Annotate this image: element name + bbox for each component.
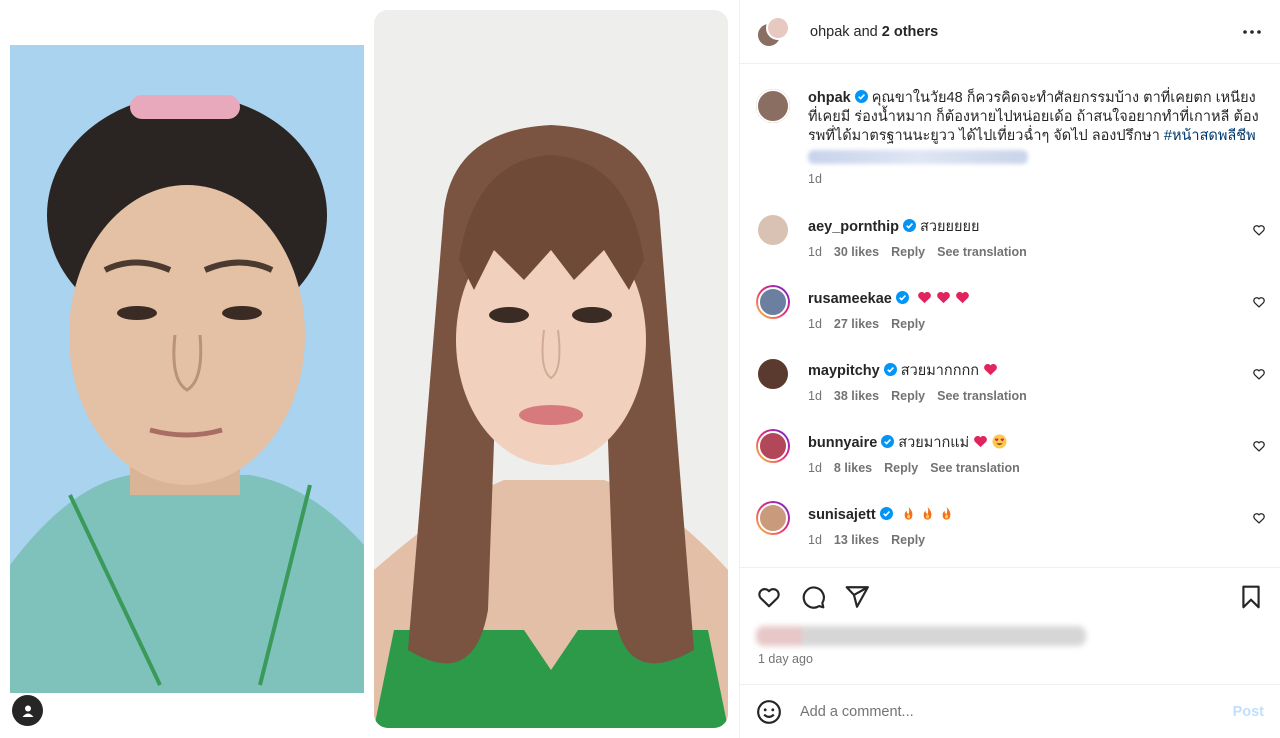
comment-likes[interactable]: 30 likes [834, 245, 879, 259]
author-username[interactable]: ohpak [810, 24, 850, 40]
send-icon[interactable] [844, 584, 870, 610]
blurred-text [808, 150, 1028, 164]
comment-like-icon[interactable] [1252, 367, 1266, 381]
comment-text: สวยยยยย [920, 219, 980, 235]
see-translation-button[interactable]: See translation [930, 461, 1020, 475]
comment-time: 1d [808, 245, 822, 259]
avatar[interactable] [756, 285, 790, 319]
reply-button[interactable]: Reply [891, 389, 925, 403]
avatar[interactable] [756, 501, 790, 535]
avatar[interactable] [756, 357, 790, 391]
fire-emoji-icon [923, 506, 932, 520]
heart-emoji-icon [974, 435, 988, 448]
comment-like-icon[interactable] [1252, 511, 1266, 525]
post-header: ohpak and 2 others [740, 0, 1280, 64]
heart-icon[interactable] [756, 584, 782, 610]
heart-emoji-icon [917, 291, 931, 304]
more-options-icon[interactable] [1240, 20, 1264, 44]
comment-time: 1d [808, 317, 822, 331]
post-actions [740, 567, 1280, 625]
reply-button[interactable]: Reply [884, 461, 918, 475]
verified-icon [879, 507, 893, 520]
heart-eyes-emoji-icon [992, 434, 1007, 449]
fire-emoji-icon [942, 506, 951, 520]
comment-like-icon[interactable] [1252, 439, 1266, 453]
avatar[interactable] [756, 429, 790, 463]
comment-time: 1d [808, 389, 822, 403]
post-time: 1 day ago [758, 652, 813, 666]
comment-username[interactable]: aey_pornthip [808, 219, 899, 235]
after-photo [374, 10, 728, 728]
see-translation-button[interactable]: See translation [937, 245, 1027, 259]
comment-row: sunisajett 1d 13 likes Reply [740, 501, 1280, 567]
comment-row: rusameekae 1d 27 likes Reply [740, 285, 1280, 357]
reply-button[interactable]: Reply [891, 245, 925, 259]
hashtag-link[interactable]: #หน้าสดพลีชีพ [1164, 128, 1256, 144]
comment-username[interactable]: maypitchy [808, 363, 880, 379]
comment-icon[interactable] [800, 584, 826, 610]
heart-emoji-icon [955, 291, 969, 304]
verified-icon [903, 219, 917, 232]
add-comment-bar: Post [740, 684, 1280, 738]
comment-text: สวยมากกกก [900, 363, 980, 379]
comments-list[interactable]: ohpak คุณขาในวัย48 ก็ควรคิดจะทำศัลยกรรมบ้… [740, 65, 1280, 567]
and-text: and [849, 23, 882, 40]
see-translation-button[interactable]: See translation [937, 389, 1027, 403]
heart-emoji-icon [936, 291, 950, 304]
caption-username[interactable]: ohpak [808, 90, 851, 106]
comment-like-icon[interactable] [1252, 223, 1266, 237]
verified-icon [881, 435, 895, 448]
verified-icon [854, 90, 868, 103]
reply-button[interactable]: Reply [891, 317, 925, 331]
comment-row: maypitchy สวยมากกกก 1d 38 likes Reply See tra… [740, 357, 1280, 429]
reply-button[interactable]: Reply [891, 533, 925, 547]
comment-username[interactable]: bunnyaire [808, 435, 877, 451]
comment-text: สวยมากแม่ [898, 435, 970, 451]
comment-input[interactable] [800, 703, 1233, 720]
post-media[interactable] [0, 0, 738, 738]
comment-time: 1d [808, 461, 822, 475]
post-detail-panel: ohpak and 2 others ohpak คุณขาในวัย48 ก็ค… [739, 0, 1280, 738]
comment-row: bunnyaire สวยมากแม่ 1d 8 likes Reply See tran… [740, 429, 1280, 501]
emoji-icon[interactable] [756, 699, 782, 725]
before-photo [10, 45, 364, 693]
comment-like-icon[interactable] [1252, 295, 1266, 309]
comment-likes[interactable]: 13 likes [834, 533, 879, 547]
verified-icon [895, 291, 909, 304]
comment-time: 1d [808, 533, 822, 547]
bookmark-icon[interactable] [1238, 584, 1264, 610]
post-authors[interactable]: ohpak and 2 others [810, 24, 1240, 40]
comment-likes[interactable]: 8 likes [834, 461, 872, 475]
heart-emoji-icon [984, 363, 997, 376]
tagged-user-icon[interactable] [12, 695, 43, 726]
comment-row: aey_pornthip สวยยยยย 1d 30 likes Reply See tr… [740, 213, 1280, 285]
verified-icon [883, 363, 897, 376]
others-link[interactable]: 2 others [882, 24, 938, 40]
comment-username[interactable]: sunisajett [808, 507, 876, 523]
comment-username[interactable]: rusameekae [808, 291, 892, 307]
post-button[interactable]: Post [1233, 704, 1264, 720]
fire-emoji-icon [904, 506, 913, 520]
post-caption: ohpak คุณขาในวัย48 ก็ควรคิดจะทำศัลยกรรมบ้… [740, 65, 1280, 189]
avatar[interactable] [756, 213, 790, 247]
avatar[interactable] [756, 89, 790, 123]
collab-avatars[interactable] [756, 15, 790, 48]
caption-time: 1d [808, 172, 822, 186]
comment-likes[interactable]: 27 likes [834, 317, 879, 331]
liked-by-blurred [756, 626, 1086, 646]
comment-likes[interactable]: 38 likes [834, 389, 879, 403]
